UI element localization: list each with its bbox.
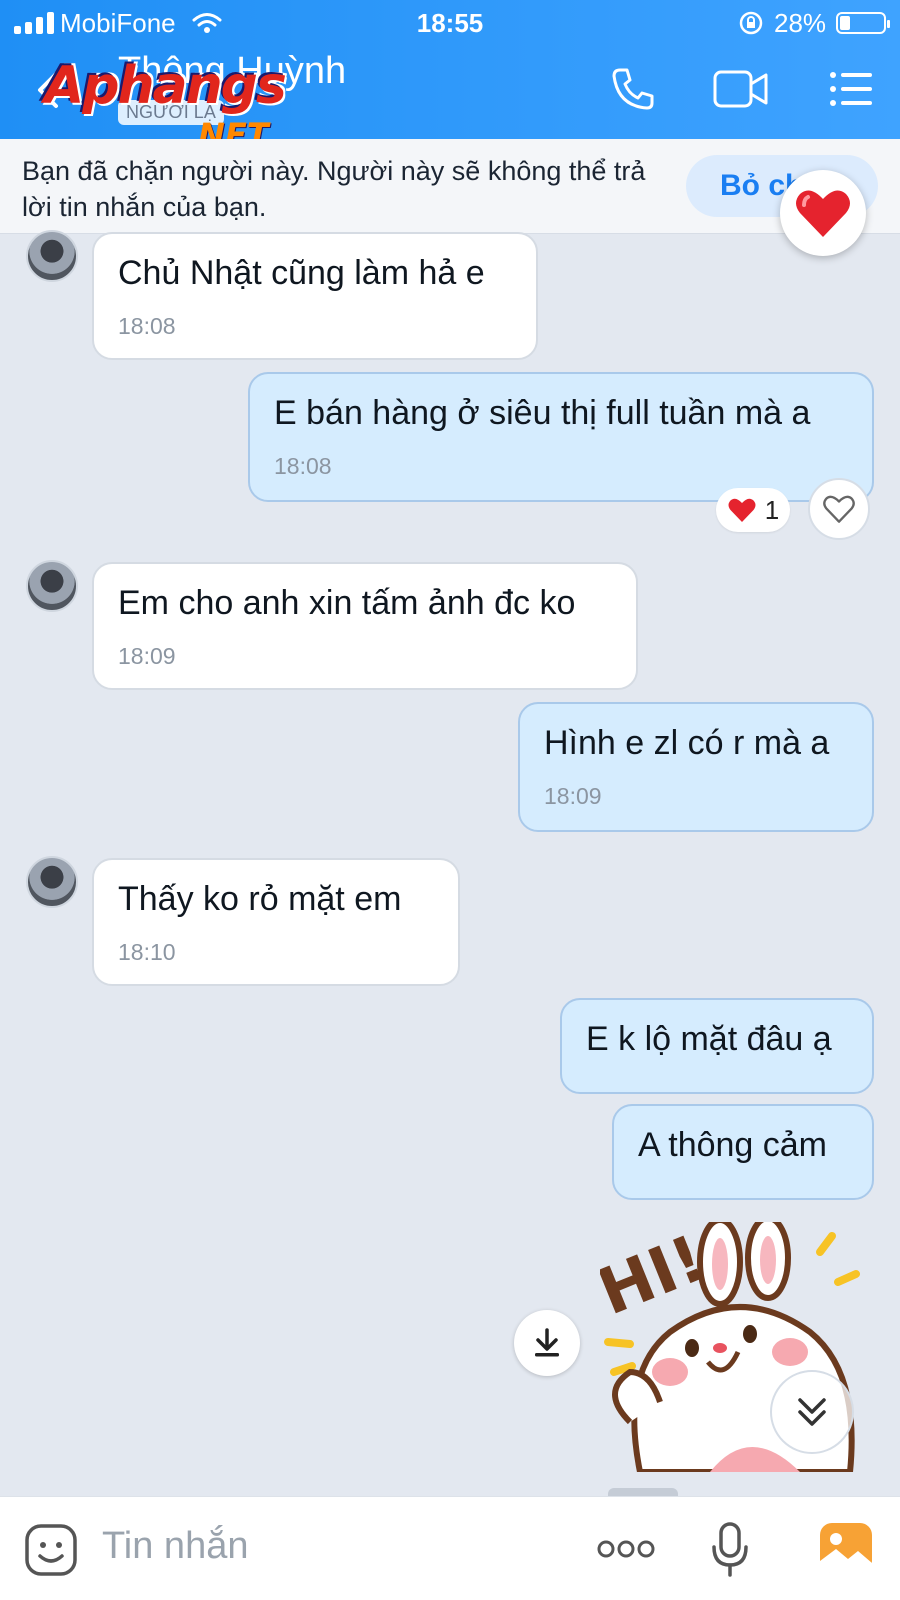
message-bubble-incoming[interactable]: Chủ Nhật cũng làm hả e 18:08 <box>92 232 538 360</box>
contact-avatar[interactable] <box>26 856 78 908</box>
message-input[interactable] <box>102 1521 542 1571</box>
reaction-summary[interactable]: 1 <box>716 488 790 532</box>
message-bubble-incoming[interactable]: Thấy ko rỏ mặt em 18:10 <box>92 858 460 986</box>
contact-avatar[interactable] <box>26 230 78 282</box>
heart-icon[interactable] <box>780 170 866 256</box>
react-heart-button[interactable] <box>808 478 870 540</box>
reaction-count: 1 <box>764 494 780 525</box>
watermark-logo: Aphangs <box>44 56 287 116</box>
message-text: A thông cảm <box>638 1126 828 1164</box>
message-text: Hình e zl có r mà a <box>544 724 830 762</box>
message-composer <box>0 1496 900 1600</box>
blocked-notice-text: Bạn đã chặn người này. Người này sẽ khôn… <box>22 156 646 222</box>
battery-icon <box>836 12 890 34</box>
download-icon <box>535 1328 559 1357</box>
heart-icon <box>728 498 756 522</box>
chat-header: MobiFone 18:55 28% Thông Huỳnh NGƯỜI LẠ … <box>0 0 900 154</box>
menu-list-icon[interactable] <box>828 66 874 117</box>
message-time: 18:10 <box>118 939 176 965</box>
message-bubble-outgoing[interactable]: E bán hàng ở siêu thị full tuần mà a 18:… <box>248 372 874 502</box>
more-options-icon[interactable] <box>596 1537 656 1566</box>
emoji-sticker-icon[interactable] <box>24 1523 78 1582</box>
heart-outline-icon <box>823 495 855 523</box>
video-call-icon[interactable] <box>712 66 770 117</box>
message-bubble-outgoing[interactable]: E k lộ mặt đâu ạ <box>560 998 874 1094</box>
rotation-lock-icon <box>738 10 764 43</box>
message-bubble-incoming[interactable]: Em cho anh xin tấm ảnh đc ko 18:09 <box>92 562 638 690</box>
contact-avatar[interactable] <box>26 560 78 612</box>
message-text: Em cho anh xin tấm ảnh đc ko <box>118 584 576 622</box>
status-bar: MobiFone 18:55 28% <box>0 8 900 38</box>
message-bubble-outgoing[interactable]: A thông cảm <box>612 1104 874 1200</box>
message-time: 18:09 <box>118 643 176 669</box>
microphone-icon[interactable] <box>710 1521 750 1584</box>
battery-percent: 28% <box>774 8 827 38</box>
message-text: E k lộ mặt đâu ạ <box>586 1020 832 1058</box>
blocked-notice-bar: Bạn đã chặn người này. Người này sẽ khôn… <box>0 139 900 234</box>
message-text: E bán hàng ở siêu thị full tuần mà a <box>274 394 811 432</box>
gallery-image-icon[interactable] <box>818 1521 874 1580</box>
message-text: Chủ Nhật cũng làm hả e <box>118 254 485 292</box>
status-time: 18:55 <box>416 8 484 38</box>
message-time: 18:08 <box>118 313 176 339</box>
phone-icon[interactable] <box>610 66 656 117</box>
double-chevron-down-icon <box>798 1398 826 1426</box>
scroll-to-bottom-button[interactable] <box>770 1370 854 1454</box>
message-text: Thấy ko rỏ mặt em <box>118 880 402 918</box>
message-time: 18:09 <box>544 783 602 809</box>
message-bubble-outgoing[interactable]: Hình e zl có r mà a 18:09 <box>518 702 874 832</box>
message-time: 18:08 <box>274 453 332 479</box>
download-button[interactable] <box>514 1310 580 1376</box>
